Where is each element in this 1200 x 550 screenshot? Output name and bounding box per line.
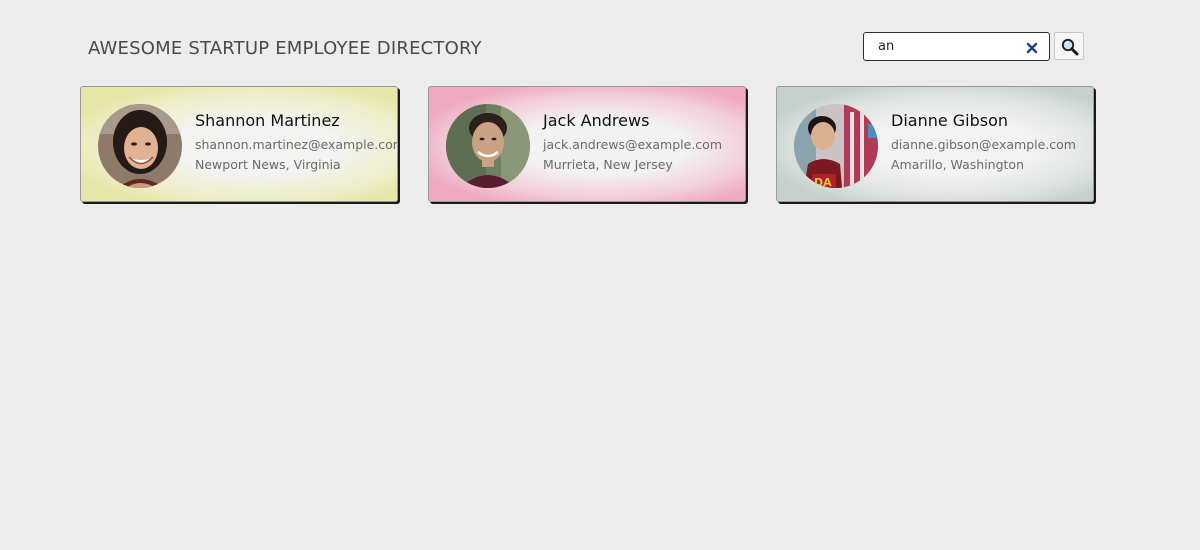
avatar xyxy=(446,104,530,188)
employee-card[interactable]: Jack Andrews jack.andrews@example.com Mu… xyxy=(428,86,746,202)
employee-email: shannon.martinez@example.com xyxy=(195,137,398,152)
employee-card[interactable]: Shannon Martinez shannon.martinez@exampl… xyxy=(80,86,398,202)
employee-name: Jack Andrews xyxy=(543,111,650,130)
employee-email: jack.andrews@example.com xyxy=(543,137,722,152)
avatar xyxy=(98,104,182,188)
employee-location: Newport News, Virginia xyxy=(195,157,341,172)
employee-gallery: Shannon Martinez shannon.martinez@exampl… xyxy=(80,86,1100,206)
employee-card[interactable]: DA Dianne Gibson dianne.gibson@example.c… xyxy=(776,86,1094,202)
search-input[interactable] xyxy=(878,33,1018,60)
page-title: AWESOME STARTUP EMPLOYEE DIRECTORY xyxy=(88,38,482,59)
employee-name: Shannon Martinez xyxy=(195,111,340,130)
employee-info: Shannon Martinez shannon.martinez@exampl… xyxy=(195,111,398,172)
employee-email: dianne.gibson@example.com xyxy=(891,137,1076,152)
search-form xyxy=(863,32,1085,61)
close-icon[interactable] xyxy=(1025,40,1039,54)
magnifier-icon xyxy=(1061,38,1079,56)
employee-info: Dianne Gibson dianne.gibson@example.com … xyxy=(891,111,1091,172)
employee-info: Jack Andrews jack.andrews@example.com Mu… xyxy=(543,111,743,172)
avatar: DA xyxy=(794,104,878,188)
search-input-wrapper xyxy=(863,32,1050,61)
employee-location: Amarillo, Washington xyxy=(891,157,1024,172)
employee-location: Murrieta, New Jersey xyxy=(543,157,673,172)
svg-text:DA: DA xyxy=(814,176,832,188)
employee-name: Dianne Gibson xyxy=(891,111,1009,130)
search-button[interactable] xyxy=(1054,32,1084,60)
